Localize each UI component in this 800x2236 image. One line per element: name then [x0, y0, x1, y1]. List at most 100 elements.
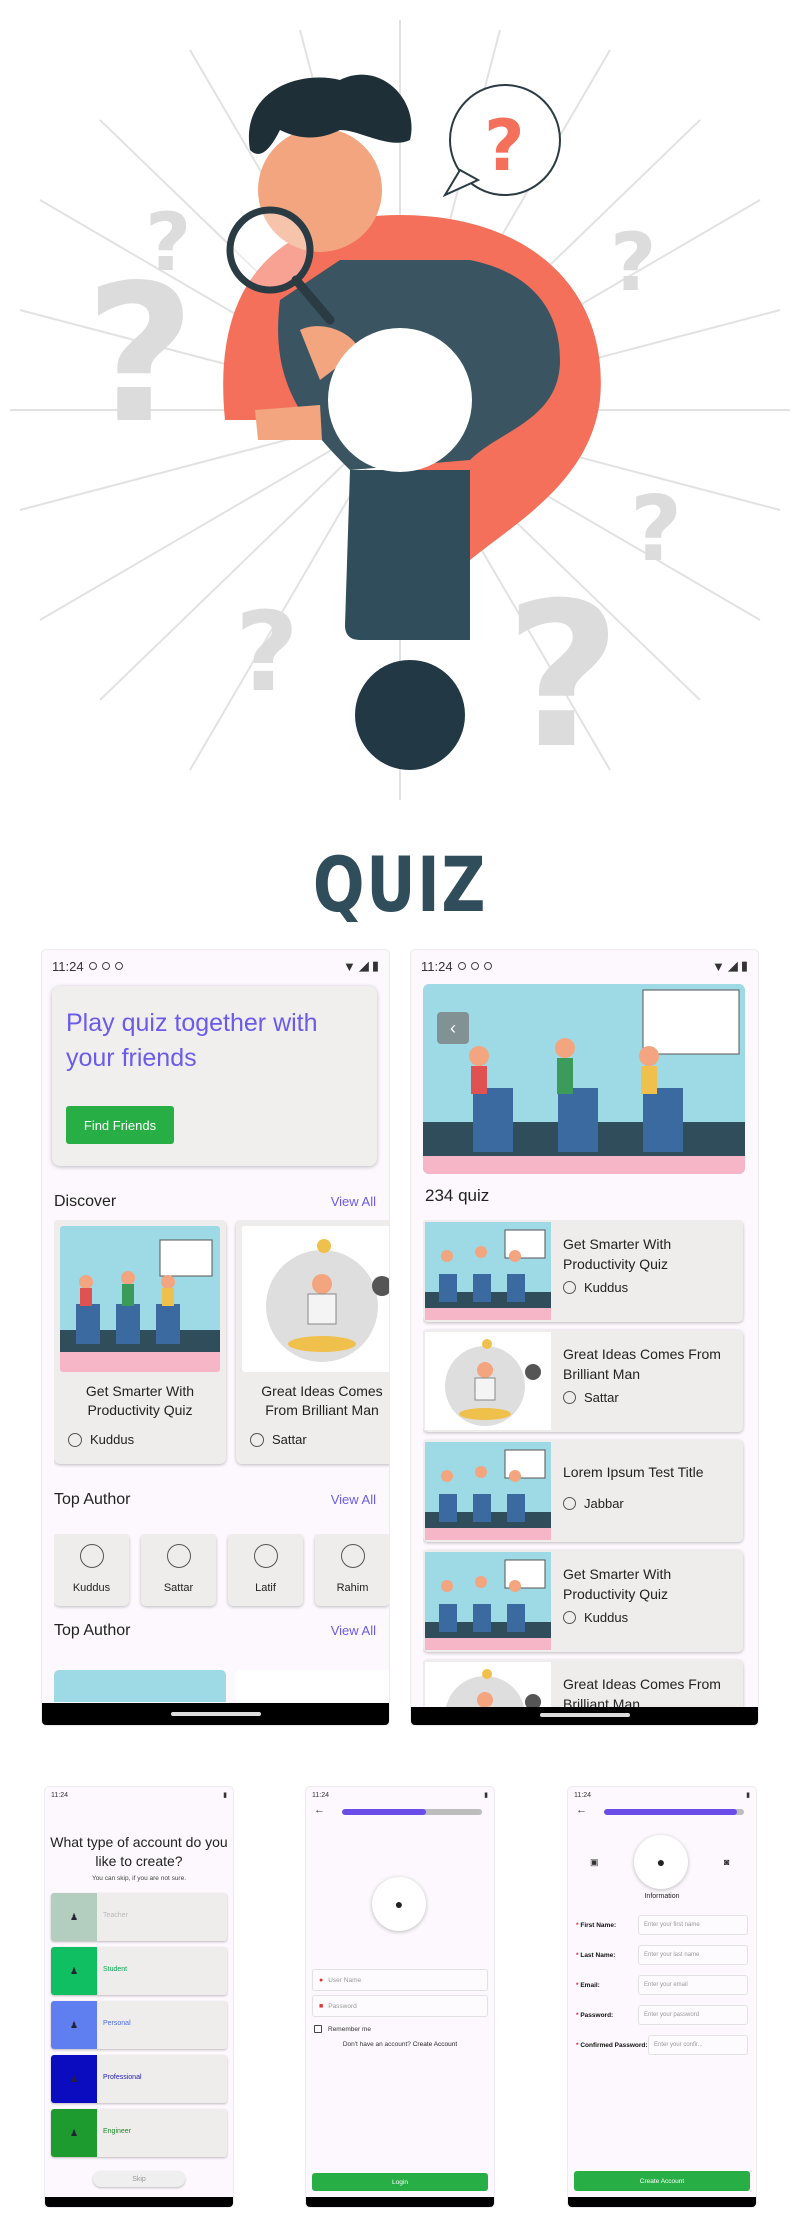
quiz-item-title: Great Ideas Comes From Brilliant Man [563, 1346, 721, 1382]
field-label: * Email: [576, 1981, 600, 1989]
find-friends-button[interactable]: Find Friends [66, 1106, 174, 1144]
username-field[interactable]: ● User Name [312, 1969, 488, 1991]
game-show-image [425, 1552, 551, 1650]
author-card[interactable]: Kuddus [54, 1534, 129, 1606]
text-input[interactable]: Enter your password [638, 2005, 748, 2025]
quiz-item-author: Kuddus [563, 1280, 628, 1295]
information-label: Information [644, 1893, 680, 1900]
login-screen: 11:24 ▮ ← ● ● User Name ■ Password Remem… [306, 1787, 494, 2207]
text-input[interactable]: Enter your confir... [648, 2035, 748, 2055]
quiz-list-item[interactable]: Great Ideas Comes From Brilliant Man [423, 1660, 743, 1710]
wifi-icon: ▼ [711, 958, 725, 974]
text-input[interactable]: Enter your last name [638, 1945, 748, 1965]
back-arrow-icon[interactable]: ← [314, 1804, 325, 1816]
quiz-card-title: Get Smarter With Productivity Quiz [85, 1383, 195, 1418]
game-show-image [425, 1442, 551, 1540]
user-icon [80, 1544, 104, 1568]
signal-icon: ◢ [727, 958, 738, 973]
text-input[interactable]: Enter your first name [638, 1915, 748, 1935]
quiz-card[interactable]: Get Smarter With Productivity Quiz Kuddu… [54, 1220, 226, 1464]
banner-back-button[interactable]: ‹ [437, 1012, 469, 1044]
quiz-list[interactable]: Get Smarter With Productivity Quiz Kuddus… [423, 1220, 747, 1710]
account-option-personal[interactable]: ♟ Personal [51, 2001, 227, 2049]
quiz-list-item[interactable]: Get Smarter With Productivity Quiz Kuddus [423, 1220, 743, 1322]
battery-icon: ▮ [371, 958, 379, 973]
quiz-item-title: Get Smarter With Productivity Quiz [563, 1566, 672, 1602]
idea-man-image [425, 1332, 551, 1430]
top-author-view-all-link[interactable]: View All [331, 1492, 376, 1507]
user-avatar-icon[interactable]: ● [634, 1835, 688, 1889]
quiz-card[interactable]: Great Ideas Comes From Brilliant Man Sat… [236, 1220, 389, 1464]
author-name: Jabbar [584, 1496, 624, 1511]
field-label: * First Name: [576, 1921, 617, 1929]
quiz-card-author: Kuddus [68, 1432, 134, 1447]
account-option-label: Personal [103, 2020, 131, 2027]
form-row: * Last Name: Enter your last name [576, 1945, 748, 1965]
status-time: 11:24 [312, 1791, 329, 1799]
notification-icon [457, 962, 466, 970]
quiz-list-item[interactable]: Get Smarter With Productivity Quiz Kuddus [423, 1550, 743, 1652]
status-bar: 11:24 ▼ ◢ ▮ [411, 950, 758, 982]
account-type-subtitle: You can skip, if you are not sure. [91, 1875, 187, 1882]
section-preview [54, 1662, 389, 1702]
discover-view-all-link[interactable]: View All [331, 1194, 376, 1209]
information-screen: 11:24 ▮ ← ▣ ● ◙ Information * First Name… [568, 1787, 756, 2207]
battery-icon: ▮ [740, 958, 748, 973]
author-name: Sattar [272, 1432, 307, 1447]
top-author-view-all-link[interactable]: View All [331, 1623, 376, 1638]
author-name: Sattar [584, 1390, 619, 1405]
gallery-icon[interactable]: ▣ [590, 1857, 599, 1868]
quiz-item-author: Kuddus [563, 1610, 628, 1625]
notification-icon [88, 962, 97, 970]
form-row: * Password: Enter your password [576, 2005, 748, 2025]
quiz-list-item[interactable]: Lorem Ipsum Test Title Jabbar [423, 1440, 743, 1542]
status-time: 11:24 [51, 1791, 68, 1799]
form-row: * Email: Enter your email [576, 1975, 748, 1995]
signup-prompt: Don't have an account? Create Account [306, 2041, 494, 2048]
svg-text:?: ? [145, 196, 191, 289]
field-label: * Confirmed Password: [576, 2041, 648, 2049]
quiz-item-author: Jabbar [563, 1496, 624, 1511]
account-option-professional[interactable]: ♟ Professional [51, 2055, 227, 2103]
author-carousel[interactable]: Kuddus Sattar Latif Rahim [54, 1534, 389, 1614]
login-button[interactable]: Login [312, 2173, 488, 2191]
skip-button[interactable]: Skip [93, 2171, 185, 2187]
home-indicator-bar [568, 2197, 756, 2207]
remember-me[interactable]: Remember me [314, 2025, 371, 2033]
account-option-label: Student [103, 1966, 128, 1973]
password-placeholder: Password [328, 2002, 357, 2010]
status-bar: 11:24 ▼ ◢ ▮ [42, 950, 389, 982]
quiz-item-author: Sattar [563, 1390, 619, 1405]
create-account-button[interactable]: Create Account [574, 2171, 750, 2191]
user-icon [563, 1497, 576, 1510]
svg-text:?: ? [484, 105, 525, 187]
password-field[interactable]: ■ Password [312, 1995, 488, 2017]
author-card[interactable]: Rahim [315, 1534, 389, 1606]
account-option-teacher[interactable]: ♟ Teacher [51, 1893, 227, 1941]
field-label: * Last Name: [576, 1951, 616, 1959]
author-card[interactable]: Sattar [141, 1534, 216, 1606]
idea-man-image [242, 1226, 389, 1372]
discover-header: Discover View All [54, 1193, 376, 1211]
discover-carousel[interactable]: Get Smarter With Productivity Quiz Kuddu… [54, 1220, 389, 1470]
create-account-link[interactable]: Create Account [413, 2041, 457, 2048]
account-option-student[interactable]: ♟ Student [51, 1947, 227, 1995]
no-account-text: Don't have an account? [342, 2041, 411, 2048]
user-avatar-icon[interactable]: ● [372, 1877, 426, 1931]
account-option-engineer[interactable]: ♟ Engineer [51, 2109, 227, 2157]
user-icon [563, 1391, 576, 1404]
remember-checkbox[interactable] [314, 2025, 322, 2033]
form-row: * Confirmed Password: Enter your confir..… [576, 2035, 748, 2055]
quiz-list-item[interactable]: Great Ideas Comes From Brilliant Man Satt… [423, 1330, 743, 1432]
battery-icon: ▮ [223, 1792, 227, 1799]
text-input[interactable]: Enter your email [638, 1975, 748, 1995]
author-card[interactable]: Latif [228, 1534, 303, 1606]
quiz-count: 234 quiz [425, 1186, 490, 1205]
person-icon: ♟ [51, 2055, 97, 2103]
account-type-title: What type of account do you like to crea… [50, 1834, 228, 1869]
camera-icon[interactable]: ◙ [724, 1857, 729, 1867]
quiz-card-author: Sattar [250, 1432, 307, 1447]
back-arrow-icon[interactable]: ← [576, 1804, 587, 1816]
user-icon [563, 1281, 576, 1294]
person-icon: ♟ [51, 2001, 97, 2049]
